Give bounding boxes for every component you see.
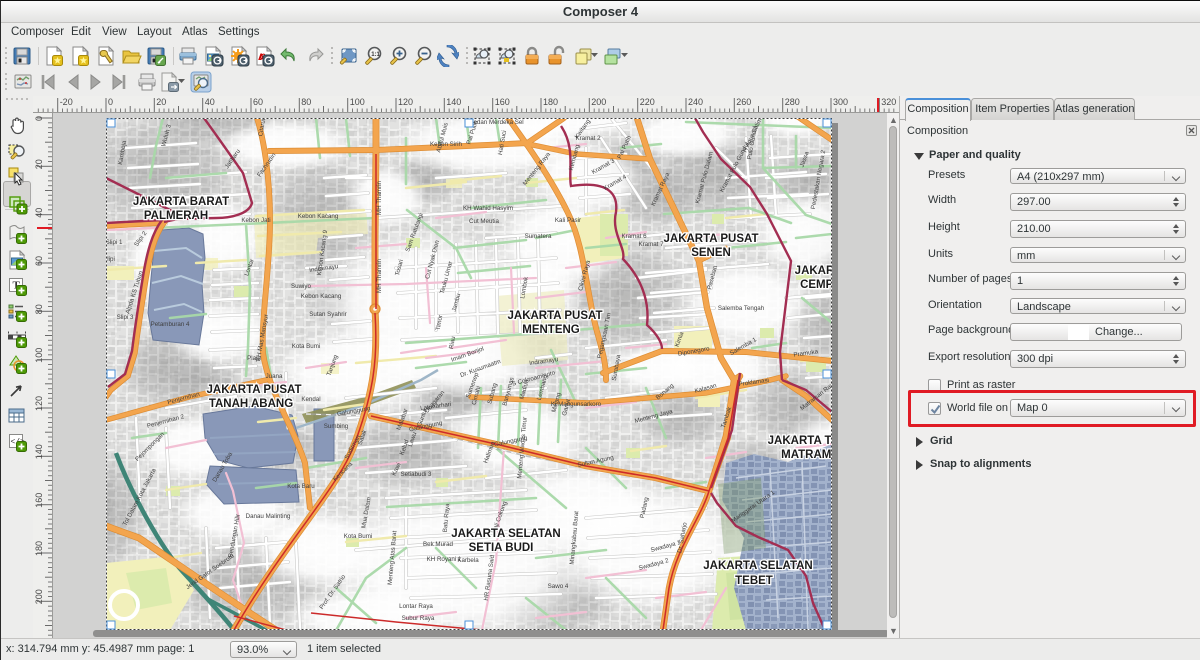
svg-text:300: 300 <box>833 97 848 107</box>
svg-text:180: 180 <box>34 541 44 556</box>
svg-text:320: 320 <box>881 97 896 107</box>
svg-text:60: 60 <box>34 256 44 266</box>
svg-text:80: 80 <box>301 97 311 107</box>
svg-text:40: 40 <box>205 97 215 107</box>
svg-text:0: 0 <box>34 116 44 121</box>
svg-text:220: 220 <box>640 97 655 107</box>
svg-text:200: 200 <box>34 589 44 604</box>
svg-text:100: 100 <box>34 348 44 363</box>
svg-text:20: 20 <box>156 97 166 107</box>
svg-text:160: 160 <box>495 97 510 107</box>
svg-text:20: 20 <box>34 159 44 169</box>
svg-text:60: 60 <box>253 97 263 107</box>
svg-text:260: 260 <box>736 97 751 107</box>
svg-text:140: 140 <box>34 444 44 459</box>
svg-text:40: 40 <box>34 208 44 218</box>
svg-text:0: 0 <box>108 97 113 107</box>
svg-text:1:1: 1:1 <box>371 52 380 58</box>
svg-text:140: 140 <box>446 97 461 107</box>
svg-text:120: 120 <box>34 396 44 411</box>
svg-text:-20: -20 <box>60 97 73 107</box>
svg-text:240: 240 <box>688 97 703 107</box>
svg-text:280: 280 <box>785 97 800 107</box>
svg-text:180: 180 <box>543 97 558 107</box>
svg-text:100: 100 <box>350 97 365 107</box>
svg-text:120: 120 <box>398 97 413 107</box>
svg-text:200: 200 <box>591 97 606 107</box>
svg-text:80: 80 <box>34 304 44 314</box>
svg-text:160: 160 <box>34 493 44 508</box>
